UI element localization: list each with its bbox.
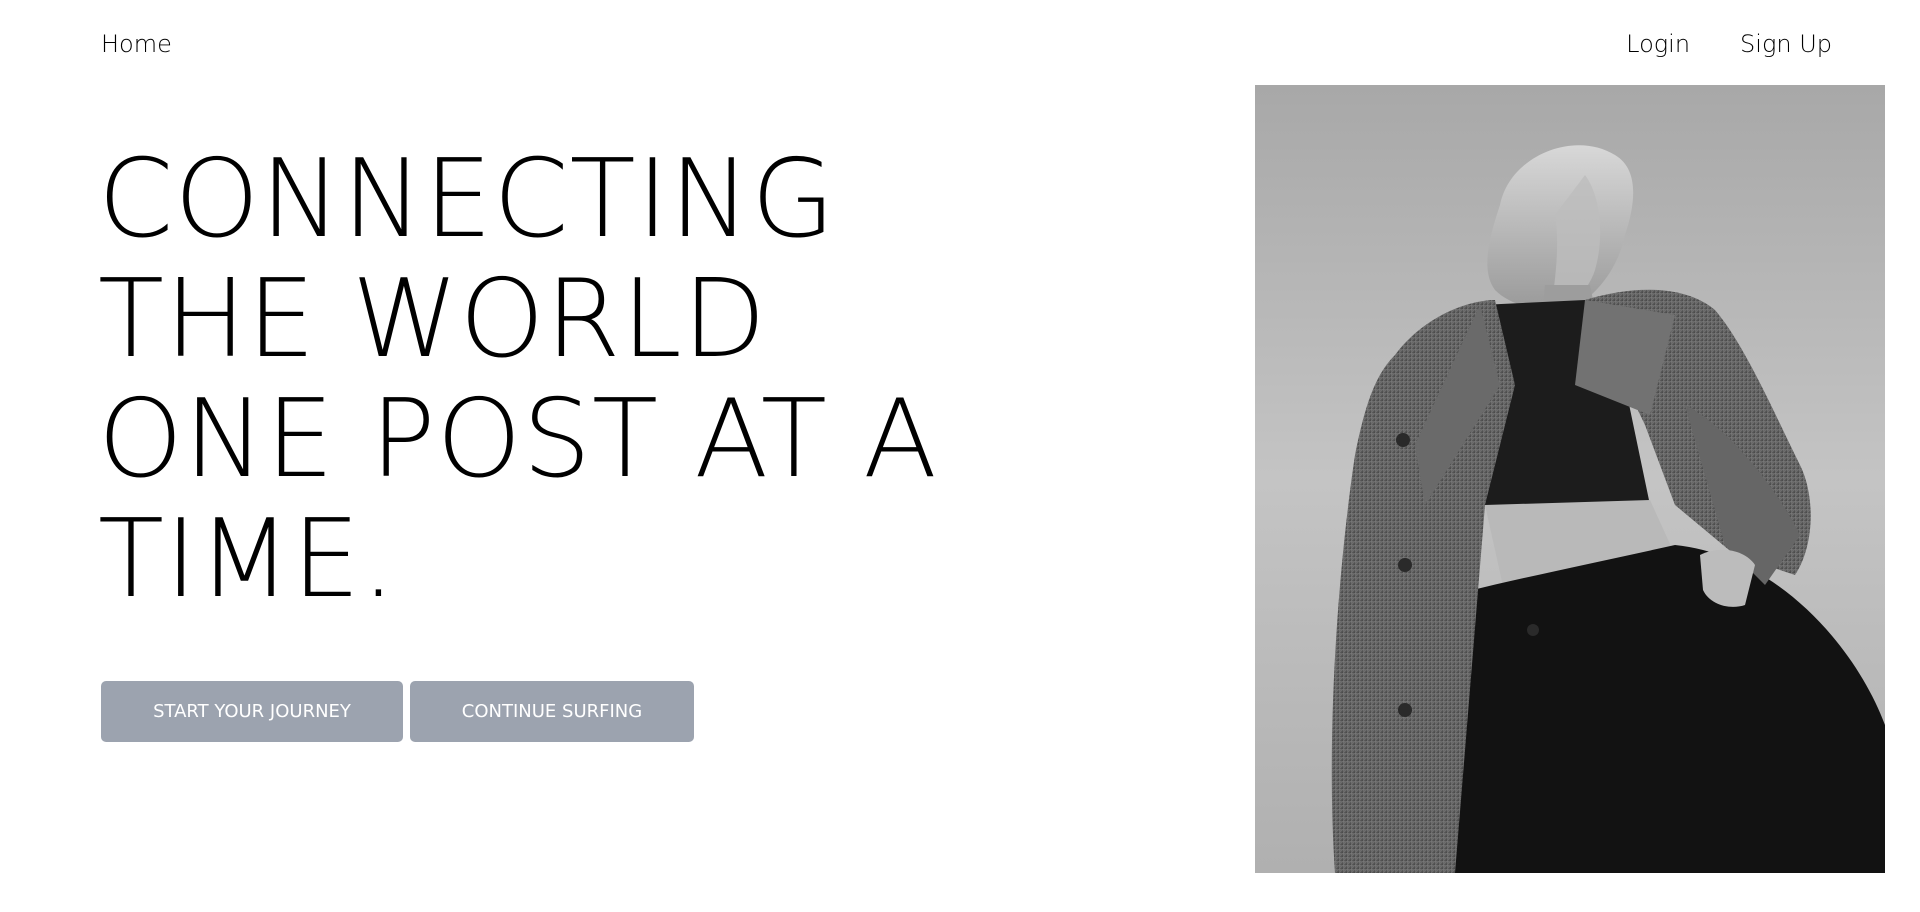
- nav-login-link[interactable]: Login: [1626, 30, 1690, 58]
- nav-home-link[interactable]: Home: [101, 30, 172, 58]
- hero-headline-line-3: ONE POST AT A: [98, 377, 939, 502]
- hero-headline-line-1: CONNECTING: [98, 137, 836, 262]
- nav-signup-link[interactable]: Sign Up: [1740, 30, 1832, 58]
- hero-fashion-photo: [1255, 85, 1885, 873]
- nav-auth-links: Login Sign Up: [1626, 30, 1832, 58]
- hero-cta-group: START YOUR JOURNEY CONTINUE SURFING: [101, 681, 694, 742]
- hero-headline-line-2: THE WORLD: [98, 257, 767, 382]
- hero-headline-line-4: TIME.: [98, 497, 397, 622]
- start-journey-button[interactable]: START YOUR JOURNEY: [101, 681, 403, 742]
- landing-page: Home Login Sign Up CONNECTING THE WORLD …: [0, 0, 1920, 912]
- continue-surfing-button[interactable]: CONTINUE SURFING: [410, 681, 694, 742]
- fashion-photo-illustration: [1255, 85, 1885, 873]
- hero-headline: CONNECTING THE WORLD ONE POST AT A TIME.: [98, 140, 978, 620]
